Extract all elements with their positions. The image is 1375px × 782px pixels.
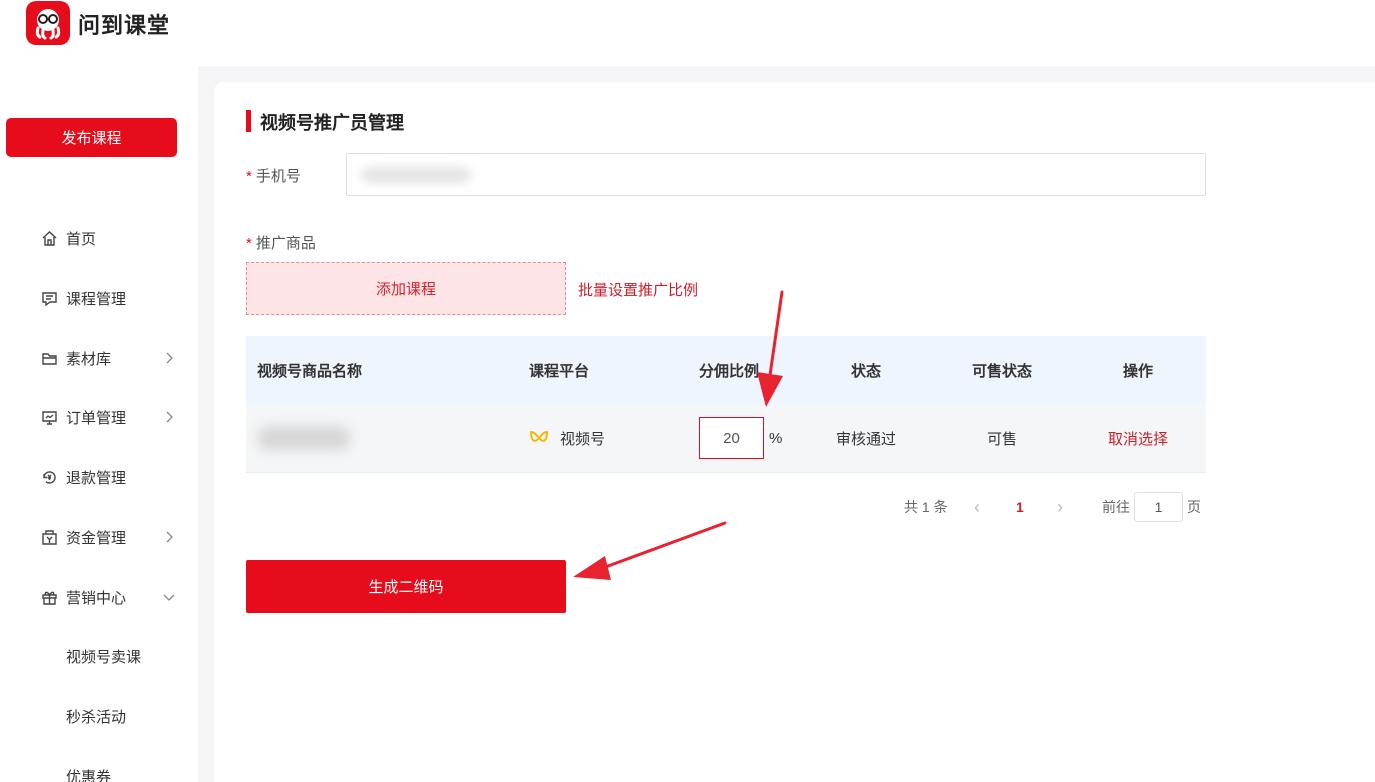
column-header: 状态	[850, 362, 881, 380]
sale-status-cell: 可售	[986, 430, 1017, 448]
table-header: 视频号商品名称 课程平台 分佣比例 状态 可售状态 操作	[246, 336, 1206, 404]
title-accent-bar	[246, 110, 251, 132]
sidebar-item-marketing[interactable]: 营销中心	[0, 577, 198, 617]
page-number-current[interactable]: 1	[1016, 492, 1024, 522]
goto-page-input[interactable]: 1	[1134, 492, 1183, 522]
phone-label: * 手机号	[246, 168, 301, 185]
sidebar-item-label: 订单管理	[66, 409, 127, 427]
chevron-right-icon	[162, 530, 176, 544]
phone-value-redacted	[361, 167, 471, 183]
column-header: 可售状态	[971, 362, 1032, 380]
sidebar-item-orders[interactable]: 订单管理	[0, 397, 198, 437]
page-title: 视频号推广员管理	[260, 113, 404, 133]
platform-cell: 视频号	[529, 404, 605, 472]
cancel-selection-link[interactable]: 取消选择	[1108, 428, 1168, 449]
required-mark: *	[246, 168, 252, 185]
chevron-right-icon	[162, 351, 176, 365]
next-page-button[interactable]: ›	[1057, 492, 1063, 522]
goto-label: 前往	[1102, 499, 1130, 515]
sidebar-item-label: 课程管理	[66, 290, 127, 308]
sidebar-item-home[interactable]: 首页	[0, 218, 198, 258]
generate-qrcode-button[interactable]: 生成二维码	[246, 560, 566, 613]
sidebar-subitem-label: 视频号卖课	[66, 648, 142, 666]
publish-course-button[interactable]: 发布课程	[6, 118, 177, 157]
chevron-right-icon	[162, 410, 176, 424]
sidebar-item-label: 退款管理	[66, 469, 127, 487]
batch-set-ratio-link[interactable]: 批量设置推广比例	[578, 279, 698, 300]
product-table: 视频号商品名称 课程平台 分佣比例 状态 可售状态 操作 视频号 20 % 审核…	[246, 336, 1206, 473]
add-course-button[interactable]: 添加课程	[246, 262, 566, 315]
sidebar-subitem-label: 秒杀活动	[66, 708, 127, 726]
sidebar-subitem-channels-sales[interactable]: 视频号卖课	[0, 636, 198, 676]
chat-icon	[40, 289, 58, 307]
sidebar-subitem-flash-sale[interactable]: 秒杀活动	[0, 696, 198, 736]
product-label: * 推广商品	[246, 235, 316, 252]
sidebar: 发布课程 首页 课程管理 素材库 订单管理 退款管理 资金管理 营销中心 视频号…	[0, 66, 198, 782]
home-icon	[40, 229, 58, 247]
sidebar-item-refunds[interactable]: 退款管理	[0, 457, 198, 497]
logo-icon[interactable]	[26, 1, 70, 45]
required-mark: *	[246, 235, 252, 252]
table-row: 视频号 20 % 审核通过 可售 取消选择	[246, 404, 1206, 473]
top-header: 问到课堂	[0, 0, 1375, 66]
product-name-redacted	[258, 426, 350, 450]
main-card: 视频号推广员管理 * 手机号 * 推广商品 添加课程 批量设置推广比例 视频号商品名…	[214, 82, 1375, 782]
action-cell: 取消选择	[1078, 404, 1198, 472]
phone-input[interactable]	[346, 153, 1206, 196]
sidebar-item-courses[interactable]: 课程管理	[0, 278, 198, 318]
prev-page-button[interactable]: ‹	[974, 492, 980, 522]
sidebar-item-label: 资金管理	[66, 529, 127, 547]
refund-icon	[40, 468, 58, 486]
sidebar-item-materials[interactable]: 素材库	[0, 338, 198, 378]
status-cell: 审核通过	[835, 430, 896, 448]
sidebar-item-label: 素材库	[66, 350, 112, 368]
logo-text[interactable]: 问到课堂	[78, 8, 170, 40]
sidebar-item-funds[interactable]: 资金管理	[0, 517, 198, 557]
column-header: 课程平台	[529, 362, 590, 380]
percent-unit: %	[769, 429, 783, 447]
gift-icon	[40, 588, 58, 606]
column-header: 视频号商品名称	[257, 362, 363, 380]
page-suffix: 页	[1187, 499, 1201, 515]
sidebar-item-label: 首页	[66, 230, 97, 248]
commission-ratio-input[interactable]: 20	[699, 417, 764, 459]
wechat-channels-icon	[529, 430, 549, 446]
wallet-icon	[40, 528, 58, 546]
monitor-icon	[40, 408, 58, 426]
folder-icon	[40, 349, 58, 367]
column-header: 操作	[1122, 362, 1153, 380]
pagination-total: 共 1 条	[904, 499, 948, 515]
chevron-down-icon	[162, 590, 176, 604]
column-header: 分佣比例	[699, 362, 760, 380]
sidebar-item-label: 营销中心	[66, 589, 127, 607]
sidebar-subitem-label: 优惠券	[66, 768, 112, 782]
sidebar-subitem-coupons[interactable]: 优惠券	[0, 756, 198, 782]
